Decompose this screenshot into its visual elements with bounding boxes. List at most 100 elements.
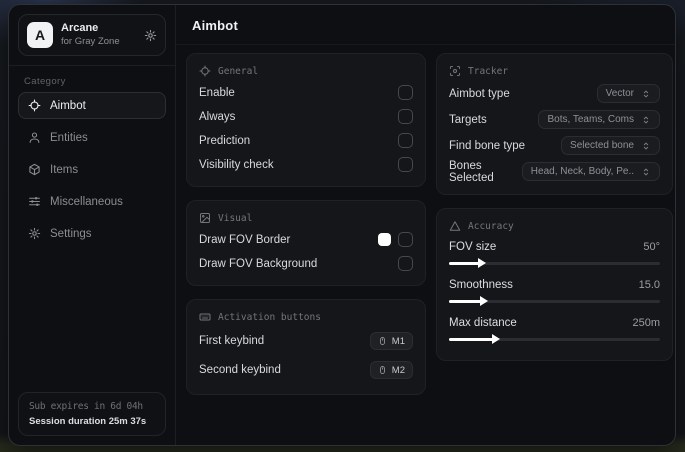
slider-max-distance: Max distance 250m bbox=[449, 312, 660, 344]
setting-row-always: Always bbox=[199, 105, 413, 128]
sidebar-item-label: Items bbox=[50, 163, 79, 176]
tracker-card-title: Tracker bbox=[449, 63, 660, 81]
visibility-check-checkbox[interactable] bbox=[398, 157, 413, 172]
sidebar-item-label: Settings bbox=[50, 227, 92, 240]
app-logo: A bbox=[27, 22, 53, 48]
sidebar-item-miscellaneous[interactable]: Miscellaneous bbox=[18, 188, 166, 215]
sidebar-item-aimbot[interactable]: Aimbot bbox=[18, 92, 166, 119]
setting-row-first-keybind: First keybind M1 bbox=[199, 327, 413, 355]
person-icon bbox=[29, 132, 40, 143]
aimbot-type-dropdown[interactable]: Vector bbox=[596, 84, 660, 103]
slider-fov-size: FOV size 50° bbox=[449, 236, 660, 268]
general-card: General Enable Always Prediction Visibil… bbox=[186, 53, 426, 187]
sidebar: A Arcane for Gray Zone Category Aimbot E… bbox=[9, 5, 176, 445]
targets-dropdown[interactable]: Bots, Teams, Coms bbox=[538, 110, 660, 129]
prediction-checkbox[interactable] bbox=[398, 133, 413, 148]
sidebar-item-label: Entities bbox=[50, 131, 88, 144]
app-name: Arcane bbox=[61, 22, 99, 35]
general-card-title: General bbox=[199, 63, 413, 81]
max-distance-slider[interactable] bbox=[449, 334, 660, 344]
draw-fov-background-checkbox[interactable] bbox=[398, 256, 413, 271]
keyboard-icon bbox=[199, 313, 211, 321]
sidebar-divider bbox=[9, 65, 175, 66]
fov-size-slider[interactable] bbox=[449, 258, 660, 268]
second-keybind-button[interactable]: M2 bbox=[369, 361, 413, 379]
slider-label: Smoothness bbox=[449, 279, 513, 291]
chevron-up-down-icon bbox=[643, 142, 649, 149]
accuracy-card: Accuracy FOV size 50° Smoothness 15.0 Ma… bbox=[436, 208, 673, 361]
page-title: Aimbot bbox=[192, 18, 238, 33]
app-settings-gear-icon[interactable] bbox=[144, 29, 157, 42]
session-duration-text: Session duration 25m 37s bbox=[29, 416, 147, 427]
fov-border-color-swatch[interactable] bbox=[378, 233, 391, 246]
app-subtitle: for Gray Zone bbox=[61, 35, 120, 47]
crosshair-icon bbox=[28, 99, 41, 112]
find-bone-type-dropdown[interactable]: Selected bone bbox=[561, 136, 660, 155]
activation-buttons-card: Activation buttons First keybind M1 Seco… bbox=[186, 299, 426, 395]
setting-row-bones-selected: Bones Selected Head, Neck, Body, Pe.. bbox=[449, 159, 660, 184]
setting-label: Draw FOV Border bbox=[199, 233, 291, 246]
setting-label: Prediction bbox=[199, 134, 251, 147]
app-logo-letter: A bbox=[34, 27, 46, 43]
scan-target-icon bbox=[450, 66, 460, 76]
sidebar-item-entities[interactable]: Entities bbox=[18, 124, 166, 151]
setting-row-prediction: Prediction bbox=[199, 129, 413, 152]
app-meta: Arcane for Gray Zone bbox=[61, 22, 120, 48]
setting-label: Aimbot type bbox=[449, 87, 510, 100]
setting-label: Draw FOV Background bbox=[199, 257, 318, 270]
main-header: Aimbot bbox=[176, 5, 675, 45]
first-keybind-button[interactable]: M1 bbox=[369, 332, 413, 350]
draw-fov-border-checkbox[interactable] bbox=[398, 232, 413, 247]
slider-label: Max distance bbox=[449, 317, 517, 329]
gear-icon bbox=[28, 227, 41, 240]
chevron-up-down-icon bbox=[643, 90, 649, 97]
accuracy-card-title: Accuracy bbox=[449, 218, 660, 236]
setting-label: Visibility check bbox=[199, 158, 274, 171]
visual-card-title: Visual bbox=[199, 210, 413, 228]
slider-smoothness: Smoothness 15.0 bbox=[449, 274, 660, 306]
tracker-card: Tracker Aimbot type Vector Targets Bots,… bbox=[436, 53, 673, 195]
sidebar-nav: Aimbot Entities Items Miscellaneous Sett… bbox=[9, 92, 175, 247]
category-label: Category bbox=[24, 76, 66, 87]
sidebar-item-label: Miscellaneous bbox=[50, 195, 123, 208]
sidebar-item-items[interactable]: Items bbox=[18, 156, 166, 183]
setting-row-targets: Targets Bots, Teams, Coms bbox=[449, 107, 660, 132]
smoothness-slider[interactable] bbox=[449, 296, 660, 306]
setting-label: Find bone type bbox=[449, 139, 526, 152]
sidebar-item-settings[interactable]: Settings bbox=[18, 220, 166, 247]
mouse-icon bbox=[380, 366, 385, 374]
setting-row-draw-fov-border: Draw FOV Border bbox=[199, 228, 413, 251]
setting-label: Always bbox=[199, 110, 236, 123]
setting-row-draw-fov-background: Draw FOV Background bbox=[199, 252, 413, 275]
image-icon bbox=[200, 213, 210, 223]
app-header-card: A Arcane for Gray Zone bbox=[18, 14, 166, 56]
setting-row-find-bone-type: Find bone type Selected bone bbox=[449, 133, 660, 158]
enable-checkbox[interactable] bbox=[398, 85, 413, 100]
setting-row-aimbot-type: Aimbot type Vector bbox=[449, 81, 660, 106]
setting-label: Enable bbox=[199, 86, 235, 99]
activation-card-title: Activation buttons bbox=[199, 309, 413, 327]
slider-fill bbox=[449, 334, 501, 344]
crosshair-icon bbox=[199, 65, 211, 77]
always-checkbox[interactable] bbox=[398, 109, 413, 124]
slider-fill bbox=[449, 258, 485, 268]
sub-expiry-text: Sub expires in 6d 04h bbox=[29, 401, 143, 412]
triangle-icon bbox=[449, 221, 461, 231]
slider-value: 250m bbox=[632, 317, 660, 329]
subscription-info-card: Sub expires in 6d 04h Session duration 2… bbox=[18, 392, 166, 436]
left-column: General Enable Always Prediction Visibil… bbox=[186, 53, 426, 395]
bones-selected-dropdown[interactable]: Head, Neck, Body, Pe.. bbox=[521, 162, 660, 181]
box-icon bbox=[29, 163, 40, 176]
slider-value: 15.0 bbox=[638, 279, 660, 291]
setting-row-second-keybind: Second keybind M2 bbox=[199, 356, 413, 384]
main-content: General Enable Always Prediction Visibil… bbox=[176, 45, 675, 445]
main-panel: Aimbot General Enable Always Prediction … bbox=[176, 5, 675, 445]
slider-value: 50° bbox=[643, 241, 660, 253]
visual-card: Visual Draw FOV Border Draw FOV Backgrou… bbox=[186, 200, 426, 286]
setting-label: First keybind bbox=[199, 335, 265, 347]
slider-fill bbox=[449, 296, 488, 306]
right-column: Tracker Aimbot type Vector Targets Bots,… bbox=[436, 53, 673, 361]
chevron-up-down-icon bbox=[643, 168, 649, 175]
setting-row-enable: Enable bbox=[199, 81, 413, 104]
mouse-icon bbox=[380, 337, 385, 345]
